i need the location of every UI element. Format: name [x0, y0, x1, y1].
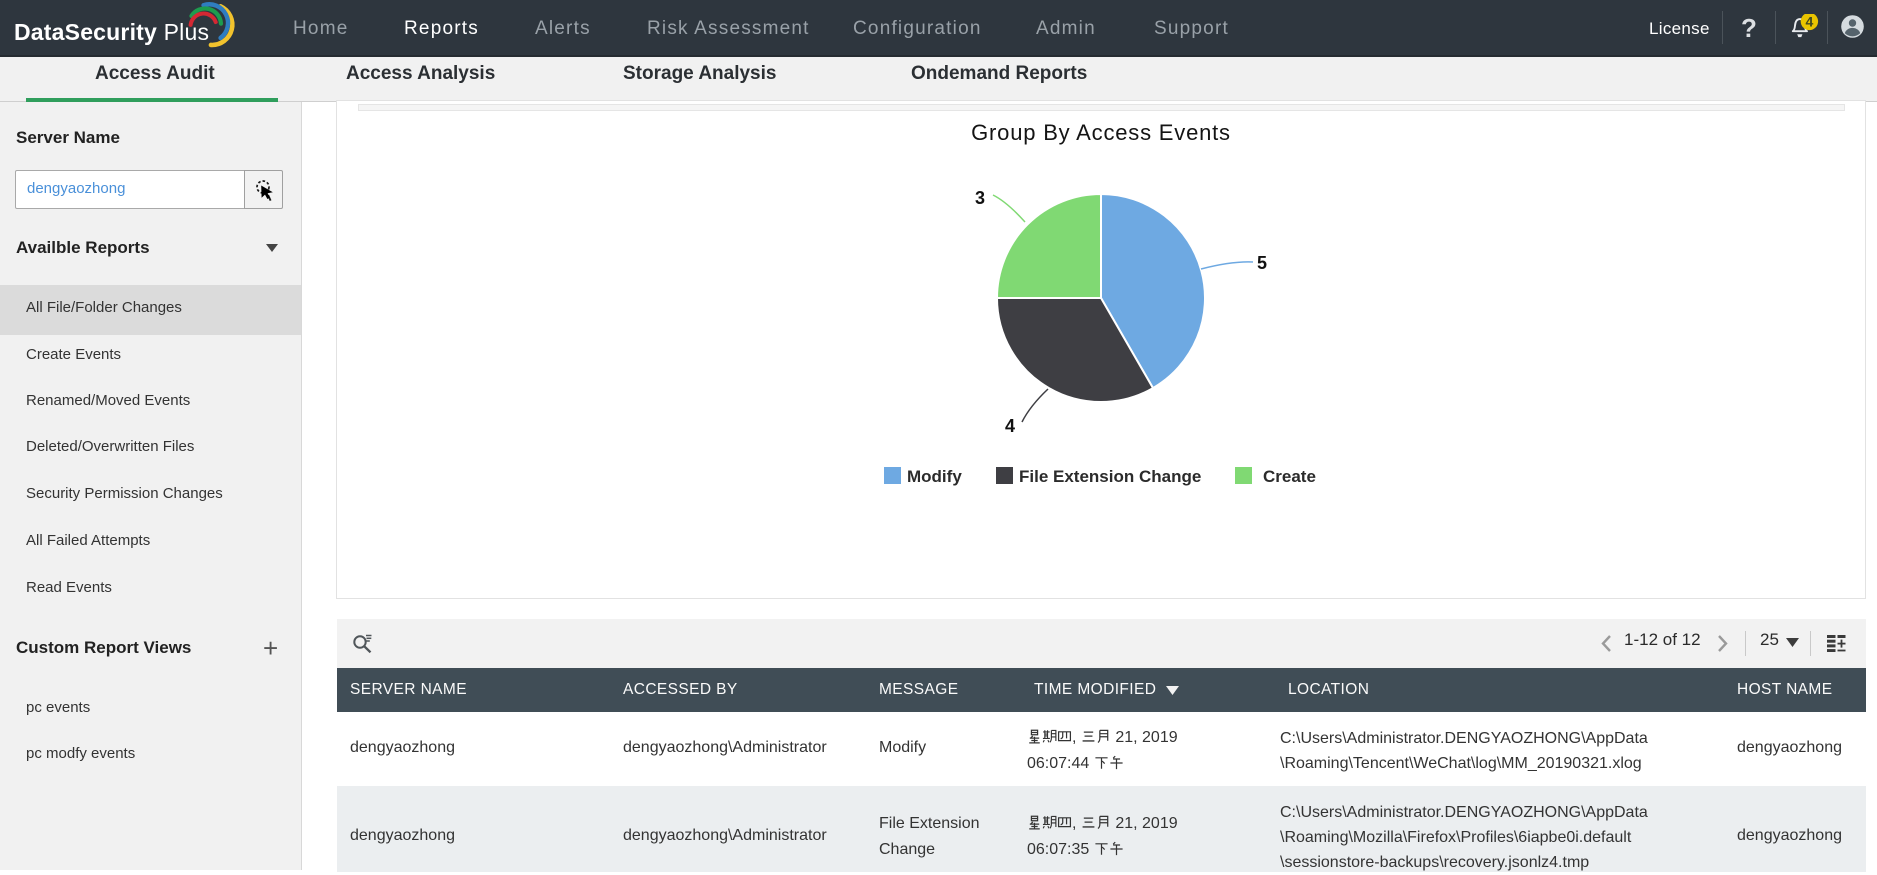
svg-text:Create: Create	[1263, 467, 1316, 486]
svg-text:Modify: Modify	[907, 467, 962, 486]
svg-text:3: 3	[975, 188, 985, 208]
svg-text:5: 5	[1257, 253, 1267, 273]
svg-text:4: 4	[1005, 416, 1015, 436]
svg-text:4: 4	[1806, 14, 1814, 29]
svg-text:File Extension Change: File Extension Change	[1019, 467, 1201, 486]
